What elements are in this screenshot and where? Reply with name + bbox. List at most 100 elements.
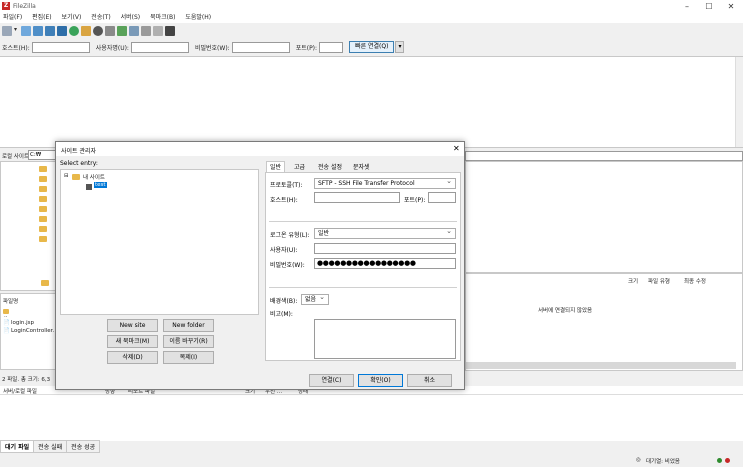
file-icon: 📄 [3,320,10,326]
menu-help[interactable]: 도움말(H) [185,14,211,21]
toggle-remote-tree-icon[interactable] [45,26,55,36]
user-label: 사용자(U): [270,247,298,254]
menu-bookmarks[interactable]: 북마크(B) [150,14,175,21]
local-tree[interactable] [0,161,56,291]
rename-button[interactable]: 이름 바꾸기(R) [163,335,214,348]
folder-icon [39,236,47,242]
find-files-icon[interactable] [165,26,175,36]
title-bar: Z FileZilla – ☐ ✕ [0,0,743,13]
port-input[interactable] [428,192,456,203]
logon-type-select[interactable]: 일반 [314,227,456,239]
file-login-jsp[interactable]: login.jsp [11,320,34,326]
host-input[interactable] [314,192,400,203]
tree-root-my-sites[interactable]: 내 사이트 [83,173,105,181]
qc-dropdown-icon[interactable]: ▾ [395,41,405,53]
ok-button[interactable]: 확인(O) [358,374,403,387]
message-log[interactable] [0,56,743,148]
divider [269,221,457,222]
new-bookmark-button[interactable]: 새 북마크(M) [107,335,158,348]
process-queue-icon[interactable] [81,26,91,36]
quickconnect-button[interactable]: 빠른 연결(Q) [349,41,395,53]
folder-icon [72,174,80,180]
qc-pass-input[interactable] [231,41,290,53]
compare-icon[interactable] [141,26,151,36]
cancel-button[interactable]: 취소 [407,374,452,387]
logon-type-label: 로그온 유형(L): [270,232,310,239]
tab-successful-transfers[interactable]: 전송 성공 [66,440,101,453]
filezilla-logo-icon: Z [2,2,10,10]
log-scrollbar[interactable] [735,57,743,147]
host-label: 호스트(H): [270,197,298,204]
filter-icon[interactable] [129,26,139,36]
folder-icon [39,216,47,222]
comments-textarea[interactable] [314,319,456,359]
refresh-icon[interactable] [69,26,79,36]
toggle-queue-icon[interactable] [57,26,67,36]
qc-host-label: 호스트(H): [2,44,30,52]
queue-status: 대기열: 비었음 [646,459,680,465]
disconnect-icon[interactable] [105,26,115,36]
file-logincontroller[interactable]: LoginController. [11,328,54,334]
password-label: 비밀번호(W): [270,262,305,269]
menu-transfer[interactable]: 전송(T) [91,14,110,21]
tree-site-test[interactable]: test [94,182,107,188]
remote-tree[interactable] [465,161,743,273]
menu-view[interactable]: 보기(V) [62,14,82,21]
toggle-local-tree-icon[interactable] [33,26,43,36]
cancel-operation-icon[interactable] [93,26,103,36]
new-site-button[interactable]: New site [107,319,158,332]
password-input[interactable]: ●●●●●●●●●●●●●●●●● [314,258,456,269]
local-path-input[interactable]: C:₩ [28,150,58,160]
new-folder-button[interactable]: New folder [163,319,214,332]
minimize-button[interactable]: – [677,1,697,12]
protocol-select[interactable]: SFTP - SSH File Transfer Protocol [314,177,456,189]
tab-general[interactable]: 일반 [266,161,286,172]
tab-failed-transfers[interactable]: 전송 실패 [33,440,68,453]
local-file-list[interactable]: 파일명 .. 📄 login.jsp 📄 LoginController. [0,293,56,370]
folder-icon [39,226,47,232]
folder-icon [39,176,47,182]
qc-port-input[interactable] [319,41,344,53]
menu-file[interactable]: 파일(F) [3,14,22,21]
col-size-header[interactable]: 크기 [628,277,638,285]
sync-browse-icon[interactable] [153,26,163,36]
toggle-log-icon[interactable] [21,26,31,36]
col-type-header[interactable]: 파일 유형 [648,277,670,285]
queue-col-server[interactable]: 서버/로컬 파일 [3,387,37,395]
divider [269,287,457,288]
qc-pass-label: 비밀번호(W): [194,44,230,52]
col-modified-header[interactable]: 최종 수정 [684,277,706,285]
delete-button[interactable]: 삭제(D) [107,351,158,364]
dialog-close-icon[interactable]: ✕ [453,144,460,153]
background-color-select[interactable]: 없음 [301,293,329,305]
server-icon [86,184,92,190]
qc-host-input[interactable] [31,41,90,53]
duplicate-button[interactable]: 복제(I) [163,351,214,364]
maximize-button[interactable]: ☐ [699,1,719,12]
reconnect-icon[interactable] [117,26,127,36]
menu-server[interactable]: 서버(S) [121,14,141,21]
qc-user-input[interactable] [130,41,189,53]
status-bar: ◎ 대기열: 비었음 [0,454,743,467]
menu-edit[interactable]: 편집(E) [32,14,52,21]
remote-file-list[interactable]: 크기 파일 유형 최종 수정 서버에 연결되지 않았음 [465,273,743,371]
site-tree[interactable]: ⊟ 내 사이트 test [60,169,259,315]
tab-charset[interactable]: 문자셋 [349,161,374,172]
tab-transfer-settings[interactable]: 전송 설정 [314,161,346,172]
remote-hscrollbar[interactable] [466,362,736,369]
not-connected-message: 서버에 연결되지 않았음 [538,308,593,314]
site-dropdown-icon[interactable]: ▾ [14,26,19,36]
dialog-title-bar: 사이트 관리자 ✕ [56,142,464,156]
tree-expand-icon[interactable]: ⊟ [64,173,69,179]
close-button[interactable]: ✕ [721,1,741,12]
queue-list[interactable] [0,395,743,441]
connect-button[interactable]: 연결(C) [309,374,354,387]
file-icon: 📄 [3,328,10,334]
user-input[interactable] [314,243,456,254]
file-parent-dir[interactable]: .. [4,313,8,319]
remote-path-input[interactable] [465,151,743,161]
menu-bar: 파일(F) 편집(E) 보기(V) 전송(T) 서버(S) 북마크(B) 도움말… [0,13,743,23]
site-manager-icon[interactable] [2,26,12,36]
tab-queued-files[interactable]: 대기 파일 [0,440,35,453]
tab-advanced[interactable]: 고급 [290,161,309,172]
